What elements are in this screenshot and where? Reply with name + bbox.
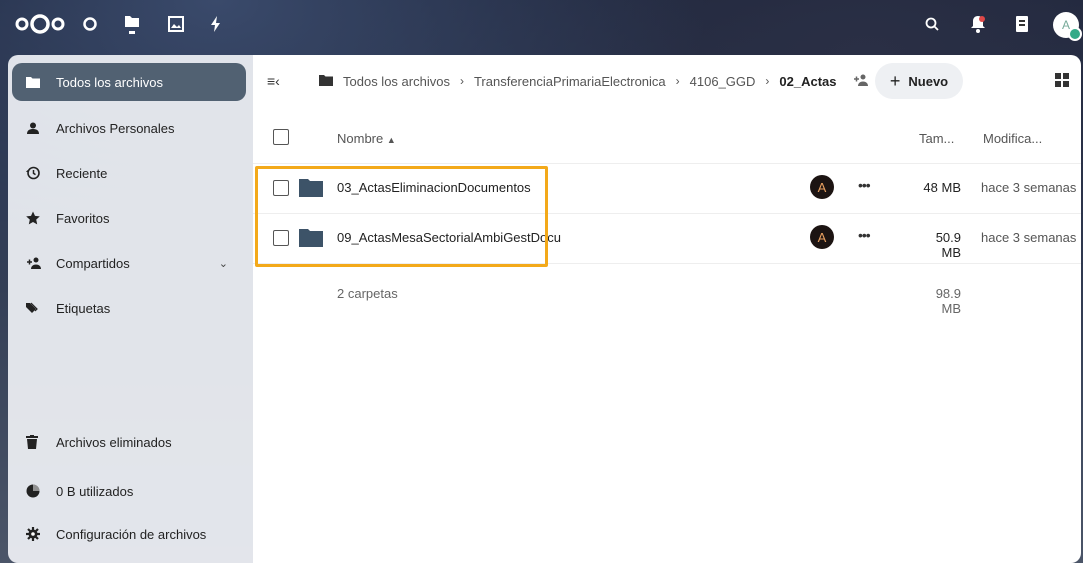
main-content: ≡‹ Todos los archivos › TransferenciaPri… — [253, 55, 1081, 563]
sidebar-item-label: Archivos eliminados — [56, 434, 172, 450]
history-icon — [26, 166, 56, 180]
sidebar-item-personal-files[interactable]: Archivos Personales — [12, 109, 246, 147]
file-size: 50.9 MB — [935, 230, 961, 260]
more-actions-icon[interactable]: ••• — [858, 227, 871, 243]
owner-avatar[interactable]: A — [810, 225, 834, 249]
sidebar-item-tags[interactable]: Etiquetas — [12, 289, 246, 327]
photos-icon[interactable] — [164, 10, 188, 38]
search-icon[interactable] — [920, 10, 944, 38]
row-checkbox[interactable] — [273, 180, 289, 196]
notifications-icon[interactable] — [966, 10, 990, 38]
chevron-right-icon: › — [675, 74, 680, 88]
table-summary: 2 carpetas 98.9 MB — [253, 267, 1081, 317]
sidebar-item-recent[interactable]: Reciente — [12, 154, 246, 192]
chevron-right-icon: › — [459, 74, 464, 88]
activity-icon[interactable] — [204, 10, 228, 38]
file-size: 48 MB — [923, 180, 961, 195]
tag-icon — [26, 302, 56, 314]
select-all-checkbox[interactable] — [273, 129, 289, 145]
status-dot — [1068, 27, 1082, 41]
sidebar: Todos los archivos Archivos Personales R… — [8, 55, 253, 563]
gear-icon — [26, 527, 56, 541]
sidebar-item-label: Favoritos — [56, 210, 110, 226]
folder-icon — [26, 76, 56, 88]
column-header-name[interactable]: Nombre ▲ — [337, 131, 396, 146]
dashboard-icon[interactable] — [78, 10, 102, 38]
nextcloud-logo[interactable] — [14, 10, 66, 38]
pie-chart-icon — [26, 484, 56, 498]
sidebar-item-label: 0 B utilizados — [56, 483, 134, 499]
star-icon — [26, 211, 56, 225]
owner-avatar[interactable]: A — [810, 175, 834, 199]
breadcrumb-item[interactable]: TransferenciaPrimariaElectronica — [474, 74, 666, 89]
breadcrumb-current[interactable]: 02_Actas — [779, 74, 836, 89]
sidebar-item-deleted-files[interactable]: Archivos eliminados — [12, 423, 246, 461]
top-header: A — [0, 0, 1083, 50]
column-header-size[interactable]: Tam... — [919, 131, 954, 146]
toggle-navigation-icon[interactable]: ≡‹ — [267, 73, 280, 89]
contacts-icon[interactable] — [1010, 10, 1034, 38]
sort-ascending-icon: ▲ — [386, 134, 396, 145]
file-modified: hace 3 semanas — [981, 180, 1077, 195]
toolbar: ≡‹ Todos los archivos › TransferenciaPri… — [253, 55, 1081, 107]
grid-view-icon[interactable] — [1055, 73, 1069, 87]
table-row[interactable]: 09_ActasMesaSectorialAmbiGestDocu A ••• … — [253, 213, 1081, 264]
row-checkbox[interactable] — [273, 230, 289, 246]
sidebar-item-label: Todos los archivos — [56, 74, 163, 90]
file-name[interactable]: 09_ActasMesaSectorialAmbiGestDocu — [337, 230, 561, 245]
breadcrumb-item[interactable]: 4106_GGD — [690, 74, 756, 89]
table-row[interactable]: 03_ActasEliminacionDocumentos A ••• 48 M… — [253, 163, 1081, 214]
share-icon — [26, 257, 56, 269]
breadcrumb-item[interactable]: Todos los archivos — [343, 74, 450, 89]
total-size: 98.9 MB — [935, 286, 961, 316]
file-name[interactable]: 03_ActasEliminacionDocumentos — [337, 180, 531, 195]
sidebar-item-label: Configuración de archivos — [56, 526, 207, 542]
folder-icon — [299, 179, 323, 197]
files-icon[interactable] — [120, 10, 144, 38]
sidebar-item-settings[interactable]: Configuración de archivos — [12, 515, 246, 553]
breadcrumb: Todos los archivos › TransferenciaPrimar… — [319, 55, 869, 107]
folder-icon — [299, 229, 323, 247]
table-header: Nombre ▲ Tam... Modifica... — [253, 113, 1081, 164]
sidebar-item-label: Compartidos — [56, 255, 130, 271]
sidebar-item-label: Etiquetas — [56, 300, 111, 316]
folder-icon — [319, 74, 333, 89]
user-avatar[interactable]: A — [1053, 12, 1082, 41]
trash-icon — [26, 435, 56, 449]
chevron-down-icon[interactable]: ⌄ — [219, 257, 228, 270]
new-button-label: Nuevo — [908, 73, 949, 89]
folder-count: 2 carpetas — [337, 286, 398, 301]
sidebar-item-all-files[interactable]: Todos los archivos — [12, 63, 246, 101]
more-actions-icon[interactable]: ••• — [858, 177, 871, 193]
file-modified: hace 3 semanas — [981, 230, 1077, 245]
plus-icon: + — [889, 70, 901, 91]
sidebar-item-shared[interactable]: Compartidos ⌄ — [12, 244, 246, 282]
sidebar-item-favorites[interactable]: Favoritos — [12, 199, 246, 237]
sidebar-item-storage[interactable]: 0 B utilizados — [12, 472, 246, 510]
chevron-right-icon: › — [765, 74, 770, 88]
user-icon — [26, 122, 56, 134]
sidebar-item-label: Archivos Personales — [56, 120, 175, 136]
new-button[interactable]: + Nuevo — [875, 63, 963, 99]
column-header-modified[interactable]: Modifica... — [983, 131, 1042, 146]
share-icon[interactable] — [853, 74, 869, 89]
sidebar-item-label: Reciente — [56, 165, 108, 181]
